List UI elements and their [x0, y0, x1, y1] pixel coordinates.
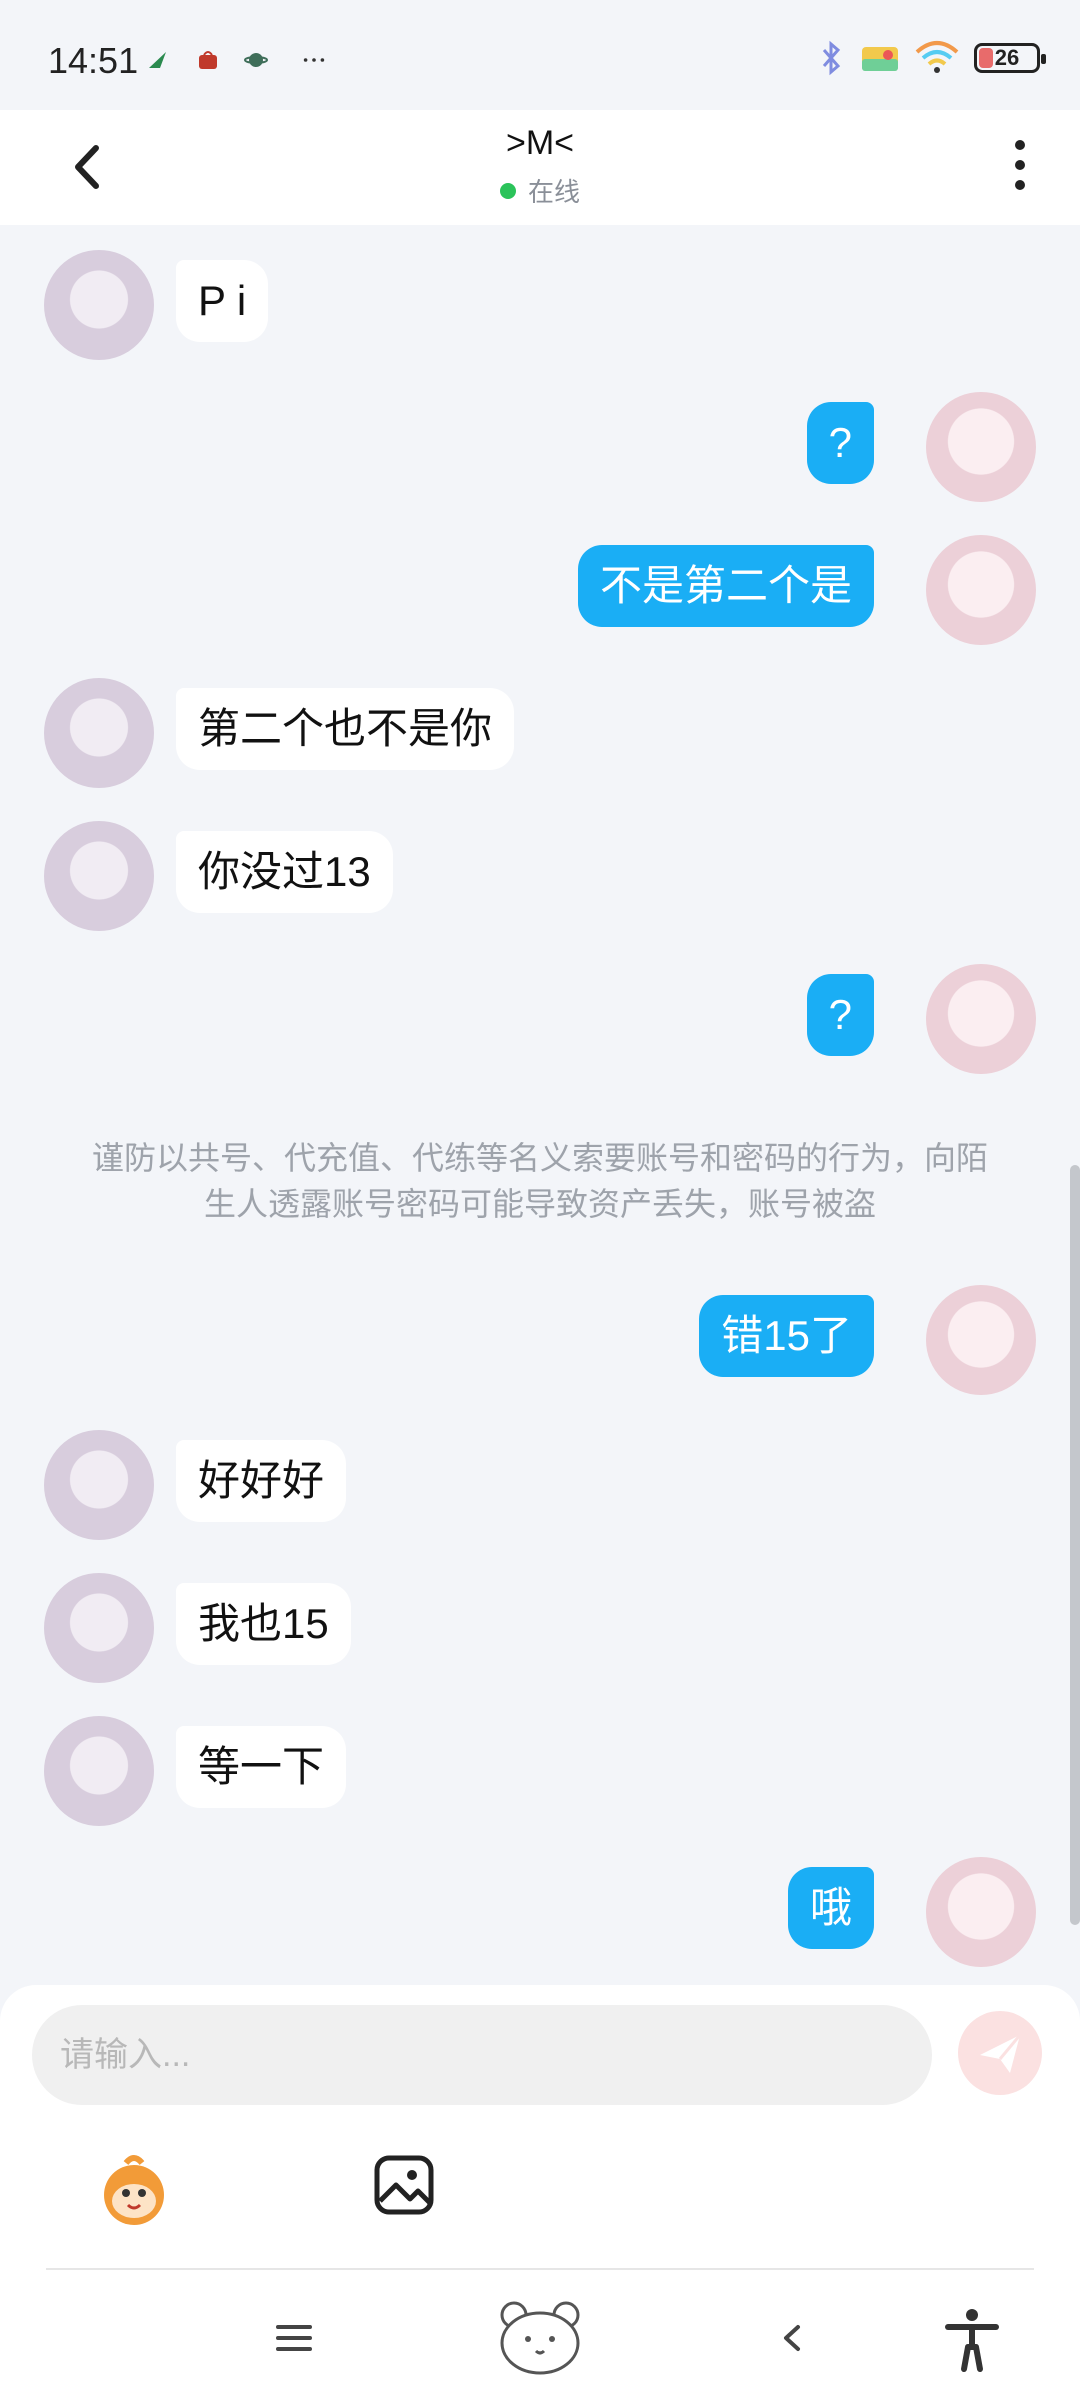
- more-vertical-icon[interactable]: [1006, 134, 1034, 198]
- self-avatar[interactable]: [926, 392, 1036, 502]
- status-time: 14:51: [48, 40, 139, 81]
- security-notice: 谨防以共号、代充值、代练等名义索要账号和密码的行为，向陌生人透露账号密码可能导致…: [91, 1140, 988, 1222]
- chat-title: >M<: [505, 124, 575, 162]
- menu-icon[interactable]: [254, 2303, 334, 2373]
- message-row: ?: [0, 392, 1080, 502]
- self-avatar[interactable]: [926, 535, 1036, 645]
- battery-level: 26: [994, 45, 1020, 70]
- emoji-icon[interactable]: [96, 2153, 172, 2229]
- planet-icon: [244, 53, 268, 67]
- contact-avatar[interactable]: [44, 250, 154, 360]
- message-bubble-received[interactable]: 你没过13: [176, 831, 393, 913]
- signal-card-icon: [862, 47, 898, 71]
- message-row: 我也15: [0, 1573, 1080, 1683]
- contact-avatar[interactable]: [44, 678, 154, 788]
- chat-messages[interactable]: P i ? 不是第二个是 第二个也不是你 你没过13 ? 谨防以共号、代充值、代…: [0, 225, 1080, 1985]
- message-row: 错15了: [0, 1285, 1080, 1395]
- send-icon: [980, 2034, 1022, 2073]
- contact-avatar[interactable]: [44, 1573, 154, 1683]
- message-bubble-sent[interactable]: 不是第二个是: [577, 545, 874, 627]
- bear-home-icon[interactable]: [494, 2297, 586, 2377]
- image-icon[interactable]: [372, 2153, 436, 2217]
- contact-avatar[interactable]: [44, 1716, 154, 1826]
- system-nav-bar: [0, 2275, 1080, 2400]
- notification-icon: [149, 52, 166, 68]
- message-row: ?: [0, 964, 1080, 1074]
- online-status: 在线: [0, 172, 1080, 209]
- message-bubble-sent[interactable]: 错15了: [699, 1295, 874, 1377]
- self-avatar[interactable]: [926, 964, 1036, 1074]
- message-row: 等一下: [0, 1716, 1080, 1826]
- contact-avatar[interactable]: [44, 1430, 154, 1540]
- message-bubble-received[interactable]: 好好好: [176, 1440, 347, 1522]
- message-composer: [0, 1985, 1080, 2275]
- message-bubble-received[interactable]: 第二个也不是你: [176, 688, 515, 770]
- contact-avatar[interactable]: [44, 821, 154, 931]
- message-bubble-received[interactable]: P i: [176, 260, 269, 342]
- online-dot: [499, 183, 516, 199]
- bag-icon: [199, 51, 217, 69]
- bluetooth-icon: [822, 40, 841, 76]
- chat-scrollbar[interactable]: [1070, 1165, 1080, 1925]
- online-status-label: 在线: [527, 177, 580, 207]
- send-button[interactable]: [958, 2011, 1042, 2095]
- message-row: 第二个也不是你: [0, 678, 1080, 788]
- message-bubble-sent[interactable]: ?: [806, 974, 874, 1056]
- message-bubble-sent[interactable]: ?: [806, 402, 874, 484]
- chat-header: >M< 在线: [0, 110, 1080, 225]
- status-right-group: 26: [816, 40, 1046, 76]
- message-row: 哦: [0, 1857, 1080, 1967]
- self-avatar[interactable]: [926, 1857, 1036, 1967]
- battery-indicator: 26: [974, 43, 1046, 73]
- message-bubble-sent[interactable]: 哦: [787, 1867, 874, 1949]
- divider: [46, 2268, 1034, 2270]
- wifi-icon: [915, 41, 959, 73]
- nav-back-icon[interactable]: [752, 2303, 832, 2373]
- self-avatar[interactable]: [926, 1285, 1036, 1395]
- message-bubble-received[interactable]: 等一下: [176, 1726, 347, 1808]
- message-row: 不是第二个是: [0, 535, 1080, 645]
- message-row: 你没过13: [0, 821, 1080, 931]
- message-bubble-received[interactable]: 我也15: [176, 1583, 351, 1665]
- message-row: 好好好: [0, 1430, 1080, 1540]
- more-dots-icon: [303, 58, 325, 62]
- status-bar: 14:51 26: [0, 0, 1080, 120]
- message-row: P i: [0, 250, 1080, 360]
- accessibility-icon[interactable]: [932, 2303, 1012, 2373]
- message-input[interactable]: [32, 2005, 932, 2105]
